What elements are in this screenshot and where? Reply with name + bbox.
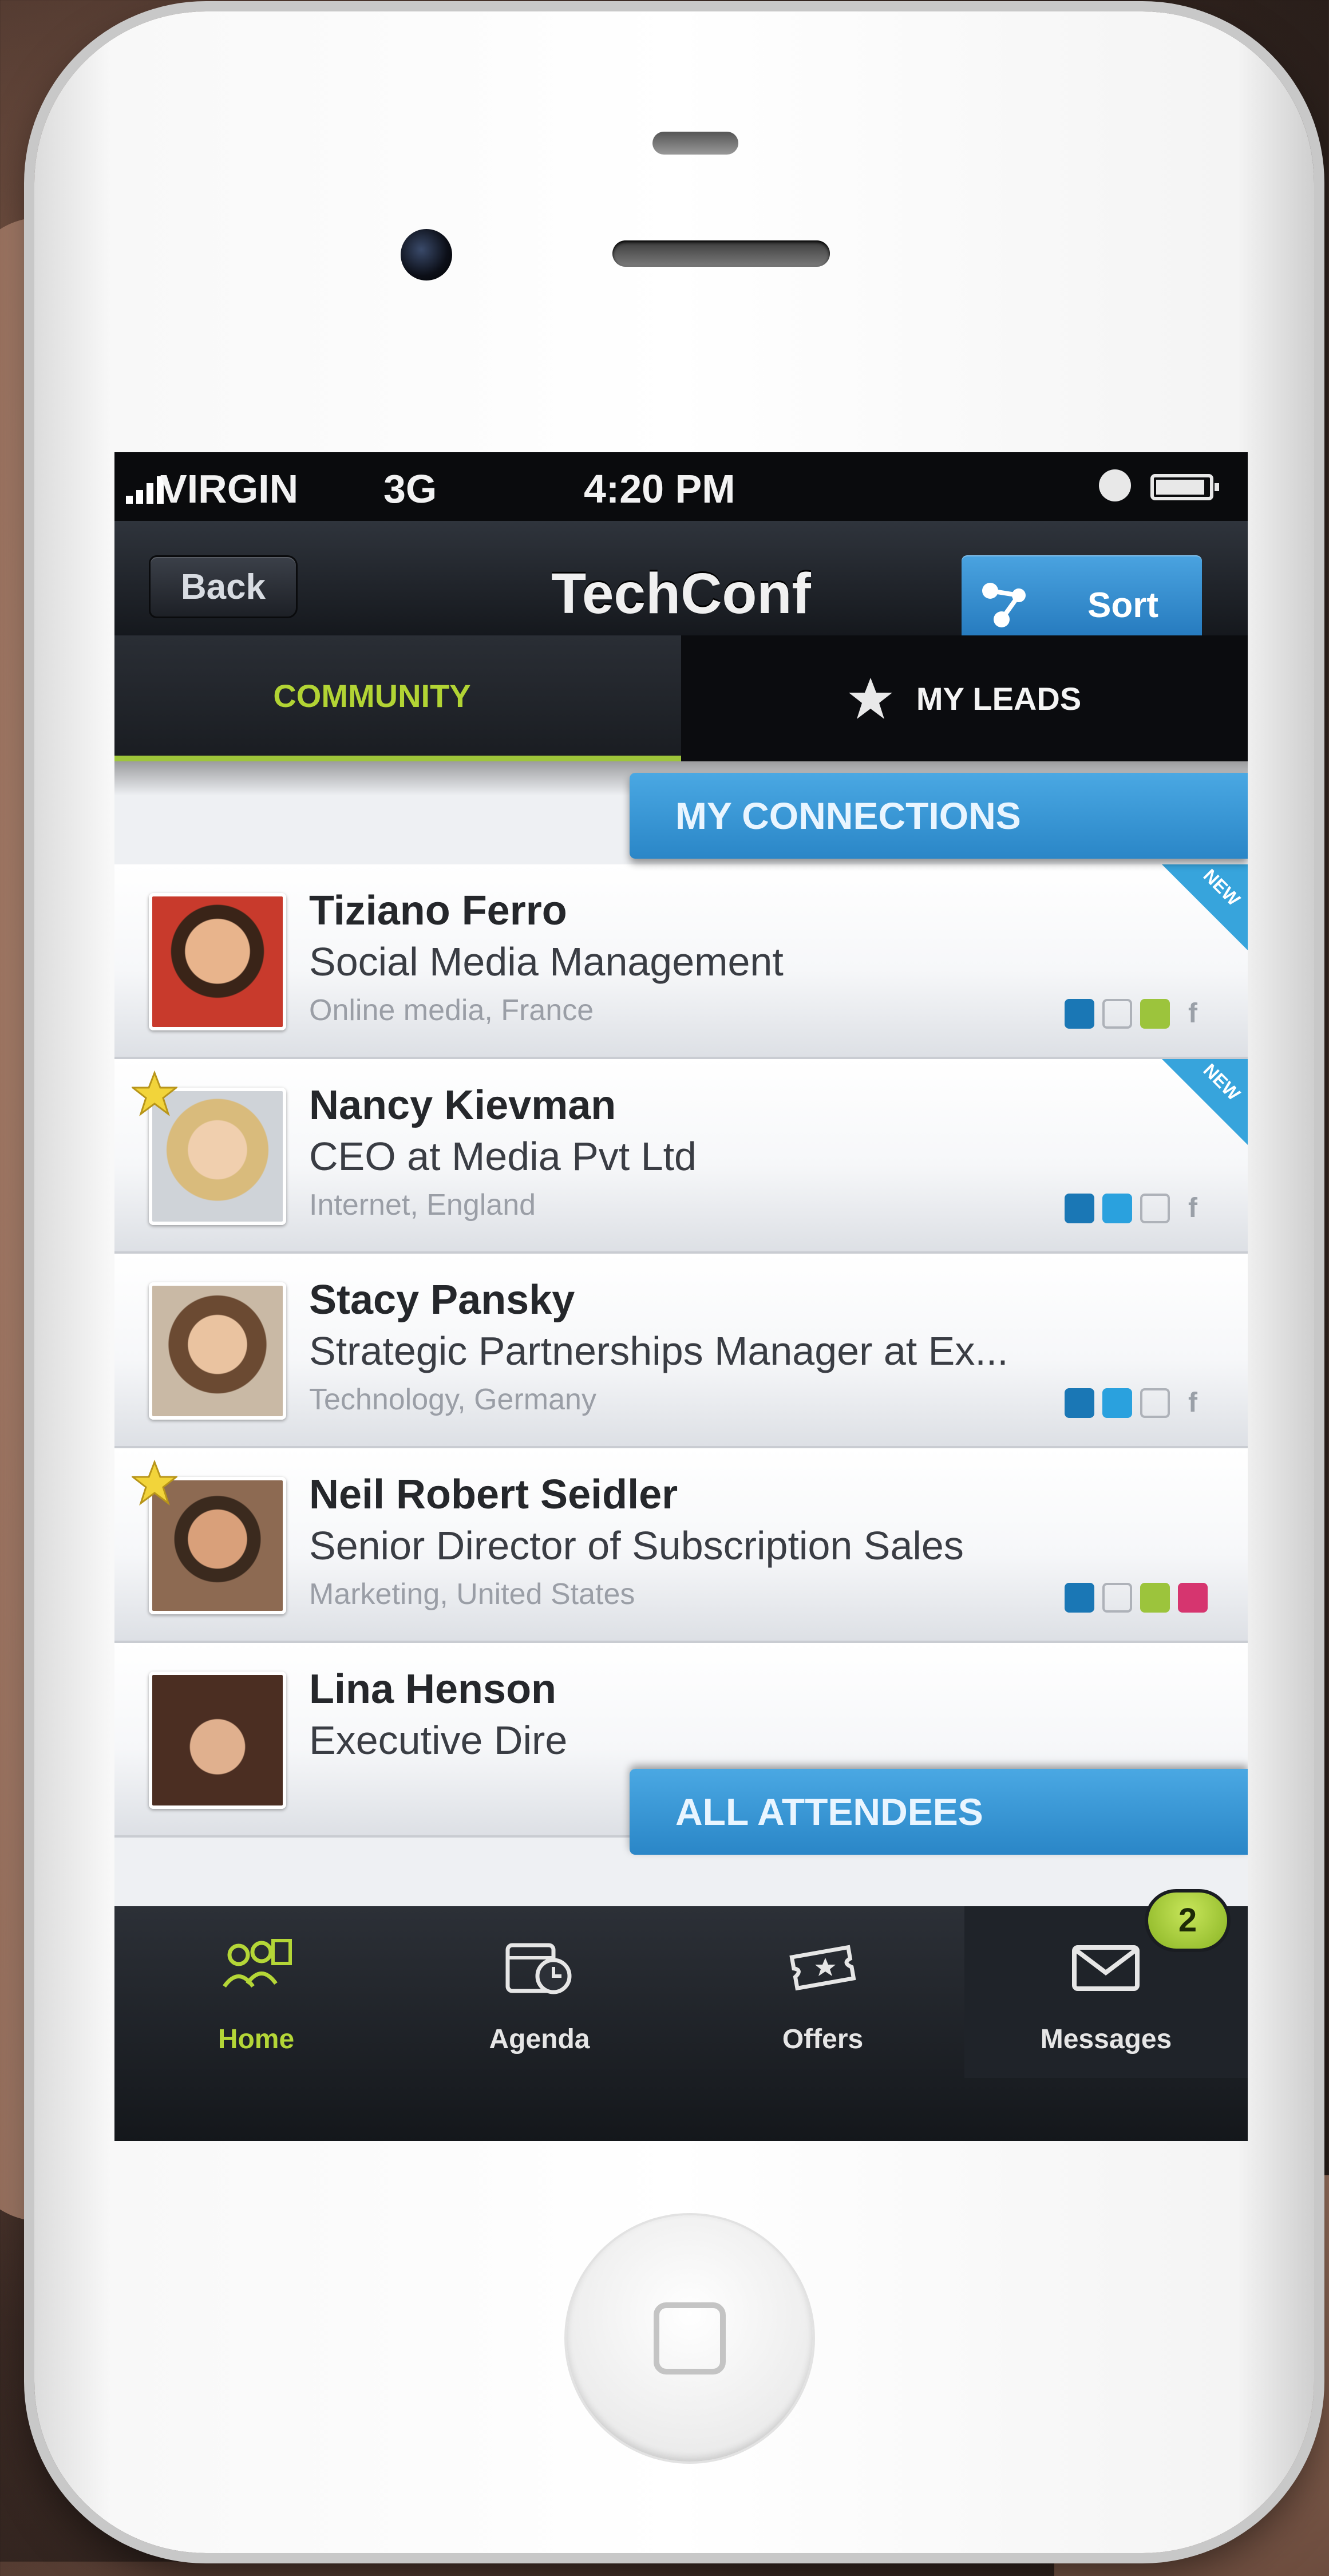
facebook-icon: f — [1188, 1388, 1197, 1418]
social-icons: f — [1065, 999, 1208, 1029]
sensor — [652, 132, 738, 155]
list-item[interactable]: Neil Robert Seidler Senior Director of S… — [114, 1448, 1248, 1643]
list-item[interactable]: Stacy Pansky Strategic Partnerships Mana… — [114, 1254, 1248, 1448]
battery-icon — [1150, 474, 1219, 500]
favorite-star-icon — [132, 1070, 177, 1116]
facebook-icon — [1178, 1583, 1208, 1613]
carrier-label: VIRGIN — [160, 467, 299, 511]
linkedin-icon — [1065, 1583, 1094, 1613]
foursquare-icon — [1140, 1583, 1170, 1613]
person-title: Strategic Partnerships Manager at Ex... — [309, 1329, 1008, 1373]
person-name: Stacy Pansky — [309, 1277, 575, 1323]
home-button[interactable] — [567, 2215, 813, 2462]
foursquare-icon — [1140, 1388, 1170, 1418]
twitter-icon — [1102, 1194, 1132, 1223]
front-camera — [401, 229, 452, 280]
earpiece-speaker — [612, 240, 830, 267]
social-icons: f — [1065, 1194, 1208, 1223]
tab-offers[interactable]: Offers — [681, 1906, 964, 2078]
tab-community[interactable]: COMMUNITY — [114, 635, 681, 761]
linkedin-icon — [1065, 1388, 1094, 1418]
facebook-icon: f — [1188, 998, 1197, 1029]
sort-label: Sort — [1087, 586, 1158, 625]
person-title: Social Media Management — [309, 939, 784, 984]
person-title: CEO at Media Pvt Ltd — [309, 1134, 697, 1179]
calendar-clock-icon — [505, 1943, 572, 1994]
person-name: Tiziano Ferro — [309, 888, 567, 934]
twitter-icon — [1102, 1583, 1132, 1613]
status-bar: VIRGIN 3G 4:20 PM — [114, 452, 1248, 521]
tab-offers-label: Offers — [782, 2024, 864, 2055]
star-icon — [848, 678, 892, 719]
tab-my-leads-label: MY LEADS — [916, 680, 1082, 717]
linkedin-icon — [1065, 1194, 1094, 1223]
foursquare-icon — [1140, 999, 1170, 1029]
person-title: Executive Dire — [309, 1718, 568, 1763]
person-location: Internet, England — [309, 1188, 536, 1222]
social-icons — [1065, 1583, 1208, 1613]
person-location: Marketing, United States — [309, 1578, 635, 1611]
person-name: Neil Robert Seidler — [309, 1472, 678, 1518]
all-attendees-ribbon[interactable]: ALL ATTENDEES — [630, 1769, 1248, 1855]
tab-agenda[interactable]: Agenda — [398, 1906, 681, 2078]
my-connections-ribbon[interactable]: MY CONNECTIONS — [630, 773, 1248, 859]
tab-messages-label: Messages — [1040, 2024, 1172, 2055]
ticket-star-icon — [789, 1945, 856, 1991]
linkedin-icon — [1065, 999, 1094, 1029]
iphone-frame: VIRGIN 3G 4:20 PM Back TechConf Sort COM… — [34, 11, 1314, 2553]
twitter-icon — [1102, 1388, 1132, 1418]
sort-icon — [982, 583, 1026, 627]
tab-home[interactable]: Home — [114, 1906, 398, 2078]
people-icon — [223, 1939, 292, 1988]
envelope-icon — [1072, 1945, 1140, 1991]
attendee-list[interactable]: MY CONNECTIONS Tiziano Ferro Social Medi… — [114, 761, 1248, 1906]
orientation-lock-icon — [1099, 469, 1131, 501]
person-name: Lina Henson — [309, 1666, 557, 1712]
navigation-bar: Back TechConf Sort — [114, 521, 1248, 653]
network-label: 3G — [383, 467, 437, 511]
social-icons: f — [1065, 1388, 1208, 1418]
favorite-star-icon — [132, 1460, 177, 1506]
avatar — [149, 1282, 286, 1420]
person-name: Nancy Kievman — [309, 1082, 616, 1128]
person-location: Online media, France — [309, 994, 594, 1027]
person-title: Senior Director of Subscription Sales — [309, 1523, 964, 1568]
avatar — [149, 1672, 286, 1809]
phone-screen: VIRGIN 3G 4:20 PM Back TechConf Sort COM… — [114, 452, 1248, 2141]
list-item[interactable]: Tiziano Ferro Social Media Management On… — [114, 864, 1248, 1059]
home-square-icon — [654, 2302, 726, 2374]
person-location: Technology, Germany — [309, 1383, 596, 1416]
tab-my-leads[interactable]: MY LEADS — [681, 635, 1248, 761]
facebook-icon: f — [1188, 1193, 1197, 1223]
signal-icon — [126, 469, 164, 504]
bottom-tab-bar: Home Agenda Offers Messages 2 — [114, 1889, 1248, 2141]
tab-home-label: Home — [217, 2024, 295, 2055]
twitter-icon — [1102, 999, 1132, 1029]
avatar — [149, 893, 286, 1030]
tab-agenda-label: Agenda — [489, 2024, 590, 2055]
segment-tabs: COMMUNITY MY LEADS — [114, 635, 1248, 761]
messages-count-badge: 2 — [1145, 1889, 1231, 1952]
clock: 4:20 PM — [584, 467, 735, 511]
foursquare-icon — [1140, 1194, 1170, 1223]
list-item[interactable]: Nancy Kievman CEO at Media Pvt Ltd Inter… — [114, 1059, 1248, 1254]
